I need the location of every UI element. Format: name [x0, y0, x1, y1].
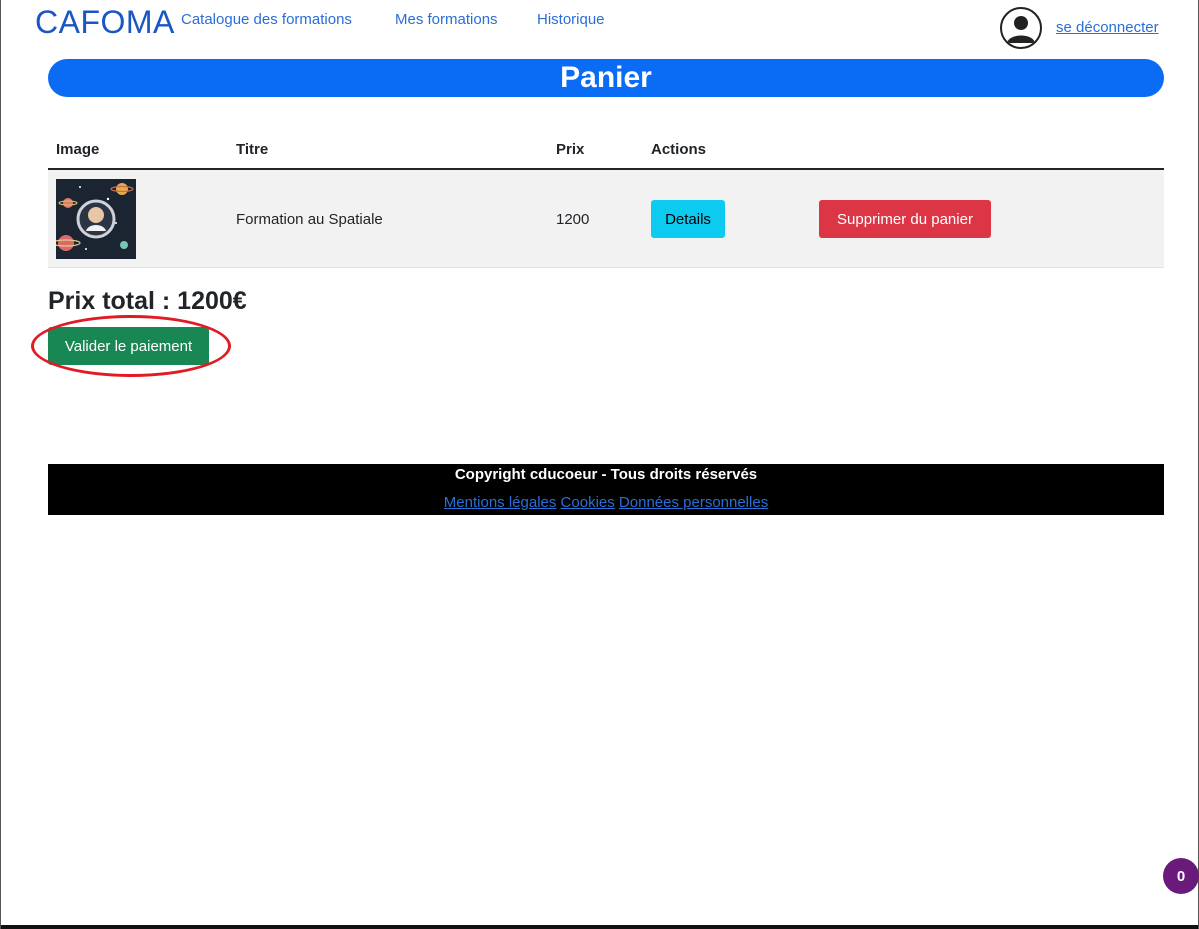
- nav-historique-link[interactable]: Historique: [537, 11, 605, 28]
- counter-badge[interactable]: 0: [1163, 858, 1199, 894]
- header-titre: Titre: [236, 141, 269, 158]
- bottom-edge: [1, 925, 1198, 929]
- logout-link[interactable]: se déconnecter: [1056, 19, 1159, 36]
- remove-from-cart-button[interactable]: Supprimer du panier: [819, 200, 991, 238]
- header-image: Image: [56, 141, 100, 158]
- formation-thumbnail: [56, 179, 136, 259]
- brand-logo[interactable]: CAFOMA: [35, 4, 175, 41]
- cart-table: Image Titre Prix Actions Formation au Sp…: [48, 130, 1164, 268]
- page: CAFOMA Catalogue des formations Mes form…: [0, 0, 1199, 929]
- header-prix: Prix: [556, 141, 585, 158]
- header-actions: Actions: [651, 141, 707, 158]
- footer: Copyright cducoeur - Tous droits réservé…: [48, 464, 1164, 515]
- nav-catalogue-link[interactable]: Catalogue des formations: [181, 11, 352, 28]
- formation-price: 1200: [556, 211, 590, 228]
- cookies-link[interactable]: Cookies: [561, 494, 615, 511]
- page-title-bar: Panier: [48, 59, 1164, 97]
- validate-payment-button[interactable]: Valider le paiement: [48, 327, 209, 365]
- footer-links: Mentions légales Cookies Données personn…: [48, 494, 1164, 511]
- page-title: Panier: [560, 61, 652, 94]
- footer-copyright: Copyright cducoeur - Tous droits réservé…: [454, 466, 758, 483]
- formation-title: Formation au Spatiale: [236, 211, 383, 228]
- nav-mes-formations-link[interactable]: Mes formations: [395, 11, 498, 28]
- donnees-personnelles-link[interactable]: Données personnelles: [619, 494, 768, 511]
- user-avatar-icon[interactable]: [1000, 7, 1042, 49]
- details-button[interactable]: Details: [651, 200, 725, 238]
- table-header: Image Titre Prix Actions: [48, 130, 1164, 170]
- total-price: Prix total : 1200€: [48, 287, 247, 315]
- mentions-legales-link[interactable]: Mentions légales: [444, 494, 557, 511]
- table-row: Formation au Spatiale 1200 Details Suppr…: [48, 170, 1164, 268]
- navbar: CAFOMA Catalogue des formations Mes form…: [1, 0, 1198, 56]
